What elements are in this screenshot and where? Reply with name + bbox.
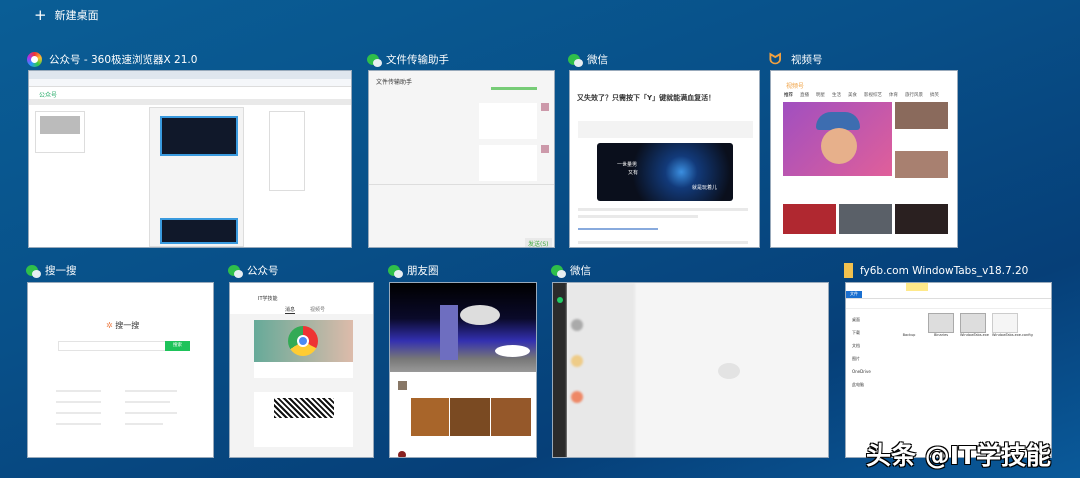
window-thumbnail-moments[interactable] <box>389 282 537 458</box>
window-thumbnail-channels[interactable]: 视频号 推荐 直播 明星 生活 美食 影视综艺 体育 旅行风景 搞笑 <box>770 70 958 248</box>
wechat-icon <box>388 265 403 278</box>
new-desktop-button[interactable]: + 新建桌面 <box>34 7 99 23</box>
window-title-wechat: 微信 <box>568 52 608 67</box>
window-title-official-account: 公众号 <box>228 263 279 278</box>
search-logo-icon: ✲ <box>106 321 113 330</box>
send-button[interactable]: 发送(S) <box>525 238 552 247</box>
window-thumbnail-browser[interactable]: 公众号 <box>28 70 352 248</box>
wechat-icon <box>551 265 566 278</box>
window-title-channels: ᗢ 视频号 <box>769 50 823 68</box>
search-button[interactable]: 搜索 <box>165 341 190 351</box>
window-title-explorer: fy6b.com WindowTabs_v18.7.20 <box>844 263 1028 278</box>
watermark: 头条 @IT学技能 <box>866 441 1052 470</box>
window-thumbnail-explorer[interactable]: 文件 桌面 下载 文档 图片 OneDrive 此电脑 Backup Binaries W… <box>845 282 1052 458</box>
window-thumbnail-wechat-main[interactable] <box>552 282 829 458</box>
window-title-browser: 公众号 - 360极速浏览器X 21.0 <box>27 52 197 67</box>
wechat-icon <box>367 54 382 67</box>
window-thumbnail-official-account[interactable]: IT学技能 消息 视频号 <box>229 282 374 458</box>
window-thumbnail-search[interactable]: ✲ 搜一搜 搜索 <box>27 282 214 458</box>
new-desktop-label: 新建桌面 <box>54 9 99 22</box>
folder-icon <box>844 263 853 278</box>
360-browser-icon <box>27 52 42 67</box>
plus-icon: + <box>34 5 47 24</box>
window-thumbnail-file-transfer[interactable]: 文件传输助手 发送(S) <box>368 70 555 248</box>
wechat-icon <box>228 265 243 278</box>
wechat-icon <box>26 265 41 278</box>
window-title-moments: 朋友圈 <box>388 263 439 278</box>
window-title-file-transfer: 文件传输助手 <box>367 52 449 67</box>
channels-icon: ᗢ <box>769 50 782 68</box>
window-title-search: 搜一搜 <box>26 263 77 278</box>
wechat-icon <box>568 54 583 67</box>
window-thumbnail-wechat-article[interactable]: 又失效了？只需按下「Y」键就能满血复活！ 一世量男 又有 就是玩着儿 <box>569 70 760 248</box>
window-title-wechat-2: 微信 <box>551 263 591 278</box>
